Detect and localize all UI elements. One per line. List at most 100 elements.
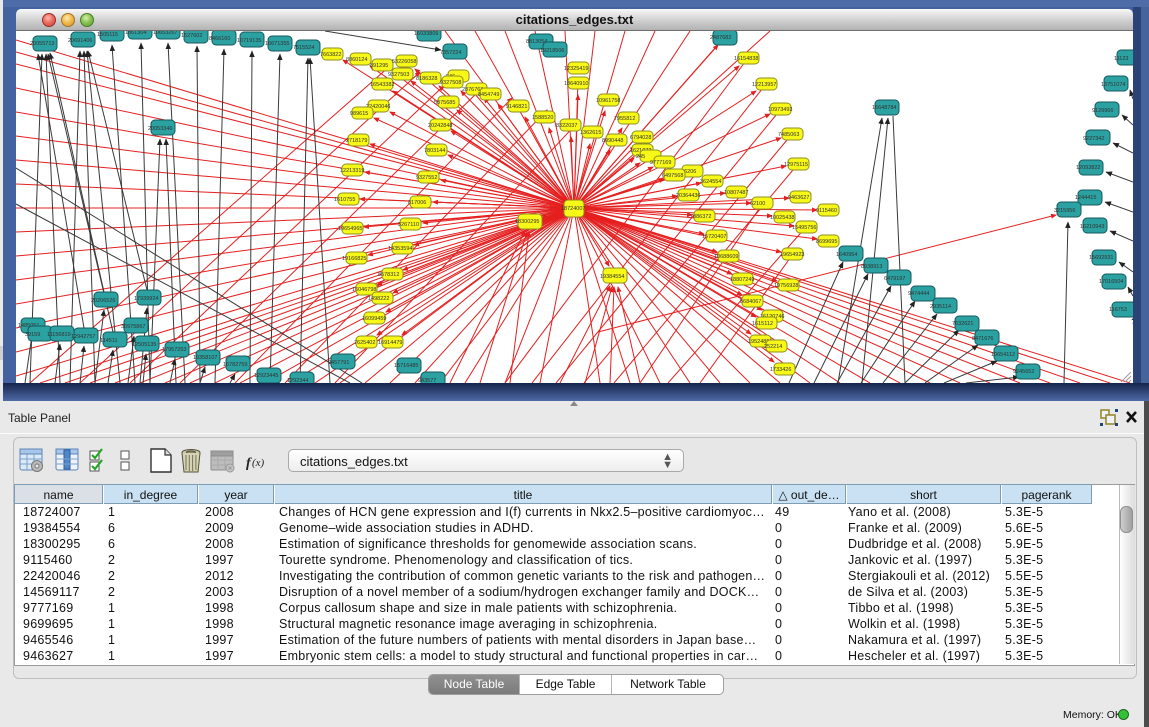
svg-text:9463627: 9463627 [788, 195, 809, 201]
svg-text:12942757: 12942757 [71, 334, 95, 340]
svg-text:11123: 11123 [1114, 56, 1128, 62]
svg-text:18300295: 18300295 [515, 219, 539, 225]
svg-text:12923445: 12923445 [254, 373, 278, 379]
svg-text:20364436: 20364436 [676, 193, 700, 199]
svg-text:10025438: 10025438 [770, 215, 794, 221]
svg-text:19218506: 19218506 [540, 48, 564, 54]
svg-text:989615: 989615 [350, 111, 368, 117]
svg-text:1733426: 1733426 [770, 367, 791, 373]
svg-text:1505115: 1505115 [97, 32, 118, 38]
svg-text:9777169: 9777169 [650, 160, 671, 166]
svg-text:20053346: 20053346 [148, 126, 172, 132]
svg-text:8938913: 8938913 [861, 264, 882, 270]
svg-text:1610755: 1610755 [334, 197, 355, 203]
svg-text:8186328: 8186328 [416, 76, 437, 82]
svg-text:16033809: 16033809 [414, 31, 438, 37]
svg-text:1362615: 1362615 [580, 130, 601, 136]
svg-text:7886372: 7886372 [690, 214, 711, 220]
svg-text:9327508: 9327508 [440, 80, 461, 86]
svg-text:817006: 817006 [408, 200, 426, 206]
svg-text:12213319: 12213319 [340, 168, 364, 174]
svg-text:9146821: 9146821 [506, 104, 527, 110]
svg-text:2718179: 2718179 [346, 138, 367, 144]
svg-text:17939924: 17939924 [134, 296, 158, 302]
svg-text:16210943: 16210943 [1080, 224, 1104, 230]
svg-text:12325419: 12325419 [564, 66, 588, 72]
svg-text:16648784: 16648784 [872, 105, 896, 111]
svg-text:12505135: 12505135 [132, 342, 156, 348]
svg-text:7515524: 7515524 [293, 45, 314, 51]
svg-text:7632621: 7632621 [952, 321, 973, 327]
svg-text:16671355: 16671355 [265, 41, 289, 47]
svg-text:6479197: 6479197 [884, 276, 905, 282]
svg-text:9129966: 9129966 [1092, 108, 1113, 114]
svg-text:9245652: 9245652 [1013, 369, 1034, 375]
svg-text:10654112: 10654112 [991, 352, 1015, 358]
svg-text:114511: 114511 [100, 338, 118, 344]
svg-text:10719135: 10719135 [237, 38, 261, 44]
svg-text:10807487: 10807487 [724, 190, 748, 196]
svg-text:15720407: 15720407 [702, 234, 726, 240]
svg-text:18724007: 18724007 [561, 206, 585, 212]
svg-text:116753: 116753 [1109, 307, 1127, 313]
svg-text:16046798: 16046798 [352, 287, 376, 293]
svg-text:16154838: 16154838 [734, 56, 758, 62]
svg-text:7955812: 7955812 [614, 116, 635, 122]
svg-text:8699695: 8699695 [816, 239, 837, 245]
svg-text:3215956: 3215956 [1054, 208, 1075, 214]
svg-text:9457791: 9457791 [328, 360, 349, 366]
svg-text:1861304: 1861304 [125, 31, 146, 36]
svg-text:20206526: 20206526 [91, 298, 115, 304]
svg-text:15716485: 15716485 [394, 363, 418, 369]
svg-text:5684067: 5684067 [740, 299, 761, 305]
svg-text:12093822: 12093822 [1076, 165, 1100, 171]
svg-text:11156819: 11156819 [47, 332, 71, 338]
svg-text:20242848: 20242848 [428, 123, 452, 129]
svg-text:(x): (x) [252, 457, 265, 469]
svg-text:15692931: 15692931 [1089, 255, 1113, 261]
svg-text:8466160: 8466160 [209, 36, 230, 42]
svg-text:2935114: 2935114 [930, 304, 951, 310]
svg-text:20055713: 20055713 [30, 41, 54, 47]
svg-text:5875685: 5875685 [434, 100, 455, 106]
svg-text:39159: 39159 [25, 332, 40, 338]
svg-text:10961758: 10961758 [596, 98, 620, 104]
svg-text:12213957: 12213957 [752, 82, 776, 88]
svg-text:1588520: 1588520 [532, 115, 553, 121]
svg-text:10688609: 10688609 [714, 254, 738, 260]
svg-text:1640954: 1640954 [836, 252, 857, 258]
svg-text:19654965: 19654965 [338, 226, 362, 232]
svg-text:16914479: 16914479 [378, 340, 402, 346]
svg-text:245: 245 [636, 154, 645, 160]
svg-text:8322037: 8322037 [556, 123, 577, 129]
svg-text:10973493: 10973493 [768, 107, 792, 113]
svg-text:1244415: 1244415 [1075, 195, 1096, 201]
svg-text:1498222: 1498222 [368, 296, 389, 302]
svg-text:18807249: 18807249 [730, 277, 754, 283]
svg-text:7663822: 7663822 [320, 52, 341, 58]
svg-text:7357224: 7357224 [440, 50, 461, 56]
svg-text:7803144: 7803144 [424, 148, 445, 154]
svg-text:943577: 943577 [418, 378, 436, 383]
svg-text:17016504: 17016504 [1099, 279, 1123, 285]
svg-text:7485063: 7485063 [778, 132, 799, 138]
svg-text:891295: 891295 [370, 63, 388, 69]
svg-text:6497568: 6497568 [662, 173, 683, 179]
svg-text:7625402: 7625402 [354, 340, 375, 346]
svg-text:16782759: 16782759 [223, 362, 247, 368]
svg-text:30975867: 30975867 [121, 324, 145, 330]
svg-text:17957253: 17957253 [162, 347, 186, 353]
svg-text:9474444: 9474444 [908, 291, 929, 297]
svg-text:9115460: 9115460 [816, 208, 837, 214]
svg-text:8454749: 8454749 [478, 92, 499, 98]
svg-text:19166825: 19166825 [342, 256, 366, 262]
svg-text:8578312: 8578312 [378, 272, 399, 278]
svg-text:8990448: 8990448 [602, 138, 623, 144]
svg-text:1292344: 1292344 [287, 378, 308, 383]
svg-text:9227342: 9227342 [1083, 136, 1104, 142]
svg-text:14353594: 14353594 [388, 246, 412, 252]
svg-text:19654923: 19654923 [780, 252, 804, 258]
svg-text:10653267: 10653267 [153, 31, 177, 36]
svg-text:8471676: 8471676 [972, 336, 993, 342]
svg-text:20691406: 20691406 [68, 38, 92, 44]
